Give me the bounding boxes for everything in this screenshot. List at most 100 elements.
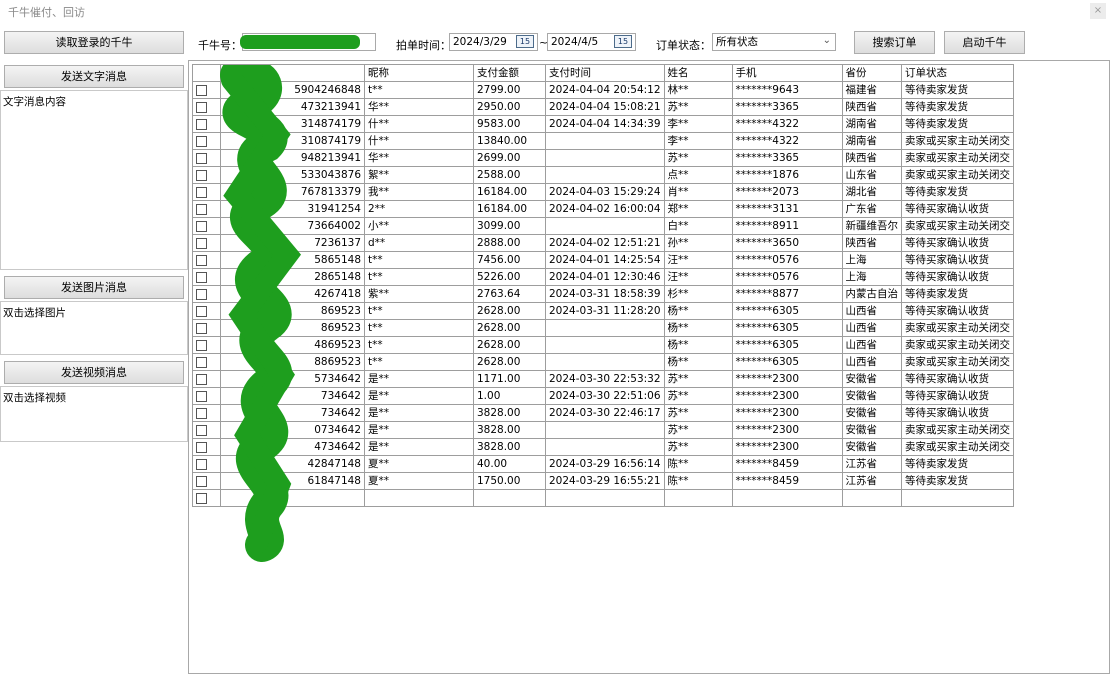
- calendar-icon[interactable]: 15: [516, 35, 534, 48]
- table-cell: [545, 353, 665, 371]
- row-checkbox[interactable]: [196, 135, 207, 147]
- row-checkbox[interactable]: [196, 475, 207, 487]
- row-checkbox[interactable]: [196, 322, 207, 334]
- table-cell: 等待买家确认收货: [901, 268, 1015, 286]
- table-cell: *******3365: [731, 149, 843, 167]
- table-cell: 是**: [364, 404, 474, 422]
- end-date-value: 2024/4/5: [551, 36, 599, 48]
- row-checkbox[interactable]: [196, 220, 207, 232]
- row-checkbox[interactable]: [196, 101, 207, 113]
- table-cell: 2024-03-30 22:53:32: [545, 370, 665, 388]
- send-text-button[interactable]: 发送文字消息: [4, 65, 184, 88]
- table-cell: *******8459: [731, 472, 843, 490]
- table-cell: 等待卖家发货: [901, 455, 1015, 473]
- row-checkbox[interactable]: [196, 356, 207, 368]
- table-cell: 2024-04-02 16:00:04: [545, 200, 665, 218]
- table-cell: *******2300: [731, 404, 843, 422]
- column-header[interactable]: 订单状态: [901, 64, 1015, 82]
- text-message-input[interactable]: 文字消息内容: [0, 90, 188, 270]
- table-cell: *******2300: [731, 421, 843, 439]
- column-header[interactable]: 支付金额: [473, 64, 546, 82]
- row-checkbox[interactable]: [196, 458, 207, 470]
- search-orders-button[interactable]: 搜索订单: [854, 31, 935, 54]
- close-icon[interactable]: ×: [1090, 3, 1106, 19]
- table-cell: 是**: [364, 438, 474, 456]
- table-cell: d**: [364, 234, 474, 252]
- table-cell: 山东省: [841, 166, 903, 184]
- table-cell: [545, 166, 665, 184]
- table-cell: 等待卖家发货: [901, 98, 1015, 116]
- row-checkbox[interactable]: [196, 237, 207, 249]
- row-checkbox[interactable]: [196, 339, 207, 351]
- table-cell: *******6305: [731, 319, 843, 337]
- table-cell: 5226.00: [473, 268, 546, 286]
- table-cell: [545, 132, 665, 150]
- row-checkbox[interactable]: [196, 254, 207, 266]
- table-cell: 2628.00: [473, 302, 546, 320]
- window-title: 千牛催付、回访: [8, 6, 85, 19]
- row-checkbox[interactable]: [196, 407, 207, 419]
- table-cell: *******6305: [731, 336, 843, 354]
- table-cell: 安徽省: [841, 370, 903, 388]
- column-header[interactable]: 姓名: [663, 64, 733, 82]
- table-cell: 陕西省: [841, 234, 903, 252]
- send-video-button[interactable]: 发送视频消息: [4, 361, 184, 384]
- table-cell: 安徽省: [841, 387, 903, 405]
- table-cell: 安徽省: [841, 404, 903, 422]
- calendar-icon[interactable]: 15: [614, 35, 632, 48]
- table-cell: 苏**: [663, 98, 733, 116]
- table-cell: 杨**: [663, 336, 733, 354]
- column-header[interactable]: 省份: [841, 64, 903, 82]
- table-cell: 卖家或买家主动关闭交: [901, 166, 1015, 184]
- row-checkbox[interactable]: [196, 152, 207, 164]
- table-cell: 2024-03-31 11:28:20: [545, 302, 665, 320]
- table-cell: 2024-03-29 16:56:14: [545, 455, 665, 473]
- column-header[interactable]: 昵称: [364, 64, 474, 82]
- video-select-area[interactable]: 双击选择视频: [0, 386, 188, 442]
- order-time-label: 拍单时间：: [396, 39, 451, 52]
- row-checkbox[interactable]: [196, 118, 207, 130]
- table-cell: 苏**: [663, 421, 733, 439]
- table-cell: 山西省: [841, 302, 903, 320]
- table-cell: 安徽省: [841, 421, 903, 439]
- row-checkbox[interactable]: [196, 288, 207, 300]
- table-cell: 等待卖家发货: [901, 81, 1015, 99]
- table-cell: *******3131: [731, 200, 843, 218]
- send-image-button[interactable]: 发送图片消息: [4, 276, 184, 299]
- table-cell: 华**: [364, 149, 474, 167]
- table-cell: 2628.00: [473, 353, 546, 371]
- row-checkbox[interactable]: [196, 373, 207, 385]
- table-cell: 2024-04-04 20:54:12: [545, 81, 665, 99]
- read-qianniu-button[interactable]: 读取登录的千牛: [4, 31, 184, 54]
- table-cell: 紫**: [364, 285, 474, 303]
- row-checkbox[interactable]: [196, 84, 207, 96]
- start-date-value: 2024/3/29: [453, 36, 507, 48]
- order-status-select[interactable]: 所有状态 ⌄: [712, 33, 836, 51]
- row-checkbox[interactable]: [196, 441, 207, 453]
- row-checkbox[interactable]: [196, 169, 207, 181]
- orders-grid[interactable]: 单号 昵称 支付金额 支付时间 姓名 手机 省份 订单状态 5904246848…: [188, 60, 1110, 674]
- row-checkbox[interactable]: [196, 203, 207, 215]
- table-cell: t**: [364, 268, 474, 286]
- column-header[interactable]: 手机: [731, 64, 843, 82]
- launch-qianniu-button[interactable]: 启动千牛: [944, 31, 1025, 54]
- table-cell: 3099.00: [473, 217, 546, 235]
- row-checkbox[interactable]: [196, 271, 207, 283]
- table-cell: 上海: [841, 251, 903, 269]
- table-cell: 卖家或买家主动关闭交: [901, 319, 1015, 337]
- row-checkbox[interactable]: [196, 492, 207, 504]
- table-cell: 是**: [364, 370, 474, 388]
- row-checkbox[interactable]: [196, 305, 207, 317]
- table-cell: 等待买家确认收货: [901, 370, 1015, 388]
- column-header[interactable]: 支付时间: [545, 64, 665, 82]
- image-select-area[interactable]: 双击选择图片: [0, 301, 188, 355]
- table-cell: 是**: [364, 387, 474, 405]
- table-cell: 杨**: [663, 353, 733, 371]
- table-cell: 陕西省: [841, 98, 903, 116]
- row-checkbox[interactable]: [196, 390, 207, 402]
- table-cell: *******2300: [731, 438, 843, 456]
- row-checkbox[interactable]: [196, 424, 207, 436]
- row-checkbox[interactable]: [196, 186, 207, 198]
- table-cell: 湖北省: [841, 183, 903, 201]
- table-cell: 江苏省: [841, 472, 903, 490]
